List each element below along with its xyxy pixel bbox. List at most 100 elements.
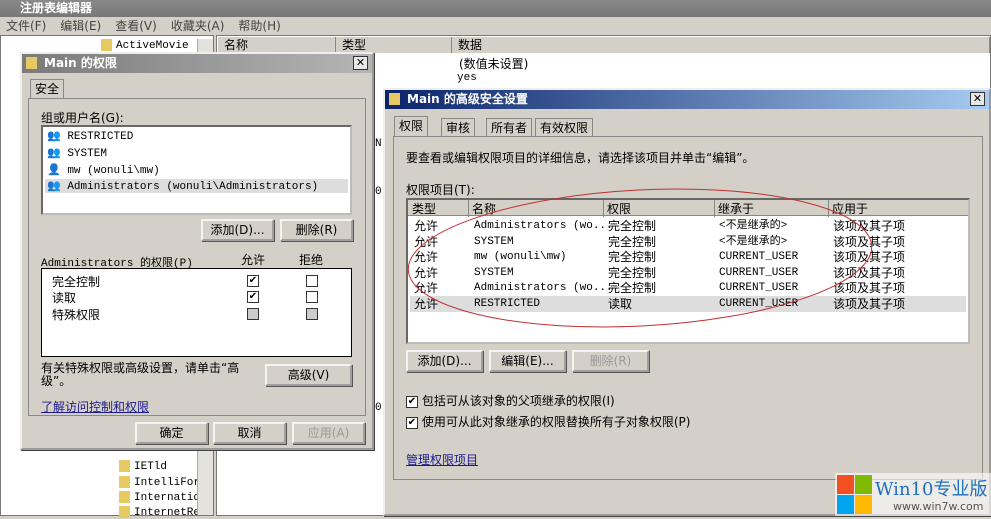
ok-button[interactable]: 确定: [135, 422, 208, 444]
value-fragment: 0: [375, 402, 382, 414]
table-row[interactable]: 允许 Administrators (wo... 完全控制 <不是继承的> 该项及其子项: [410, 218, 966, 234]
menu-edit[interactable]: 编辑(E): [60, 17, 101, 35]
cancel-button[interactable]: 取消: [213, 422, 286, 444]
table-cell: 该项及其子项: [833, 296, 906, 311]
apply-button[interactable]: 应用(A): [292, 422, 365, 444]
table-cell: 完全控制: [608, 219, 657, 233]
value-fragment: N: [375, 138, 382, 150]
table-cell: 完全控制: [608, 234, 657, 249]
table-cell: 允许: [414, 234, 439, 249]
column-data[interactable]: 数据: [452, 37, 990, 53]
tab-security[interactable]: 安全: [30, 79, 65, 98]
learn-access-control-link[interactable]: 了解访问控制和权限: [41, 398, 149, 415]
watermark-url: www.win7w.com: [893, 500, 984, 513]
users-listbox[interactable]: 👥 RESTRICTED 👥 SYSTEM 👤 mw (wonuli\mw) 👥…: [41, 125, 352, 215]
close-button[interactable]: ✕: [353, 56, 368, 70]
table-cell: CURRENT_USER: [719, 297, 799, 310]
menu-file[interactable]: 文件(F): [6, 17, 46, 35]
deny-checkbox[interactable]: [306, 291, 318, 303]
win10-logo-icon: [837, 475, 873, 515]
menu-view[interactable]: 查看(V): [115, 17, 157, 35]
watermark: Win10专业版 www.win7w.com: [835, 473, 991, 516]
list-item[interactable]: 👥 SYSTEM: [47, 146, 107, 160]
permission-entries-table[interactable]: 类型 名称 权限 继承于 应用于 允许 Administrators (wo...…: [406, 198, 970, 344]
entries-label: 权限项目(T):: [406, 183, 475, 197]
replace-checkbox-row[interactable]: ✔ 使用可从此对象继承的权限替换所有子对象权限(P): [406, 413, 690, 430]
list-item-selected[interactable]: 👥 Administrators (wonuli\Administrators): [45, 179, 348, 193]
allow-checkbox[interactable]: [247, 308, 259, 320]
advanced-button[interactable]: 高级(V): [265, 364, 352, 386]
tab-auditing[interactable]: 审核: [441, 118, 476, 137]
edit-entry-button[interactable]: 编辑(E)...: [489, 350, 566, 372]
add-button[interactable]: 添加(D)...: [201, 219, 274, 241]
table-cell: Administrators (wo...: [474, 282, 613, 294]
table-cell: 允许: [414, 296, 439, 311]
folder-icon: [119, 491, 130, 503]
table-cell: 完全控制: [608, 265, 657, 280]
allow-checkbox[interactable]: ✔: [247, 291, 259, 303]
tree-item[interactable]: ActiveMovie: [101, 39, 189, 52]
menu-favorites[interactable]: 收藏夹(A): [171, 17, 225, 35]
column-inherited-from[interactable]: 继承于: [714, 200, 754, 217]
table-cell: 完全控制: [608, 281, 657, 295]
tree-item[interactable]: IETld: [119, 460, 167, 473]
table-cell: Administrators (wo...: [474, 220, 613, 232]
table-row[interactable]: 允许 Administrators (wo... 完全控制 CURRENT_USER 该…: [410, 280, 966, 296]
remove-button[interactable]: 删除(R): [280, 219, 353, 241]
perm-name: 完全控制: [52, 275, 101, 289]
deny-header: 拒绝: [299, 253, 324, 267]
table-row[interactable]: 允许 SYSTEM 完全控制 <不是继承的> 该项及其子项: [410, 234, 966, 250]
remove-entry-button[interactable]: 删除(R): [572, 350, 649, 372]
column-permission[interactable]: 权限: [603, 200, 631, 217]
table-header: 类型 名称 权限 继承于 应用于: [408, 200, 968, 217]
permissions-title-bar: Main 的权限: [22, 54, 372, 73]
table-row[interactable]: 允许 RESTRICTED 读取 CURRENT_USER 该项及其子项: [410, 295, 966, 312]
permissions-panel: 要查看或编辑权限项目的详细信息，请选择该项目并单击“编辑”。 权限项目(T): …: [393, 136, 983, 480]
value-fragment: 0: [375, 186, 382, 198]
table-row[interactable]: 允许 mw (wonuli\mw) 完全控制 CURRENT_USER 该项及其子项: [410, 249, 966, 265]
tab-permissions[interactable]: 权限: [394, 116, 429, 136]
folder-icon: [26, 57, 37, 69]
folder-icon: [101, 39, 112, 51]
table-cell: SYSTEM: [474, 266, 514, 279]
add-entry-button[interactable]: 添加(D)...: [406, 350, 483, 372]
tab-effective-permissions[interactable]: 有效权限: [535, 118, 594, 137]
menu-help[interactable]: 帮助(H): [238, 17, 280, 35]
advanced-security-dialog: Main 的高级安全设置 ✕ 权限 审核 所有者 有效权限 要查看或编辑权限项目…: [383, 88, 991, 516]
advanced-title-bar: Main 的高级安全设置: [385, 90, 989, 109]
table-cell: CURRENT_USER: [719, 282, 799, 294]
table-cell: 允许: [414, 219, 439, 233]
inherit-checkbox[interactable]: ✔: [406, 395, 418, 408]
close-button[interactable]: ✕: [970, 92, 985, 106]
tree-item[interactable]: InternetRe: [119, 506, 200, 519]
tab-owner[interactable]: 所有者: [486, 118, 533, 137]
inherit-checkbox-row[interactable]: ✔ 包括可从该对象的父项继承的权限(I): [406, 392, 615, 409]
tree-item[interactable]: IntelliFor: [119, 476, 200, 489]
security-panel: 组或用户名(G): 👥 RESTRICTED 👥 SYSTEM 👤 mw (wo…: [28, 98, 366, 416]
perm-name: 特殊权限: [52, 308, 101, 322]
table-cell: 该项及其子项: [833, 250, 906, 264]
column-type[interactable]: 类型: [336, 37, 452, 53]
list-item[interactable]: 👤 mw (wonuli\mw): [47, 163, 160, 177]
deny-checkbox[interactable]: [306, 275, 318, 287]
tree-item[interactable]: Internatic: [119, 491, 200, 504]
deny-checkbox[interactable]: [306, 308, 318, 320]
table-cell: mw (wonuli\mw): [474, 251, 567, 263]
allow-checkbox[interactable]: ✔: [247, 275, 259, 287]
permissions-dialog: Main 的权限 ✕ 安全 组或用户名(G): 👥 RESTRICTED 👥 S…: [20, 52, 374, 450]
column-name[interactable]: 名称: [468, 200, 496, 217]
replace-checkbox[interactable]: ✔: [406, 416, 418, 429]
menu-bar: 文件(F) 编辑(E) 查看(V) 收藏夹(A) 帮助(H): [0, 17, 991, 35]
table-cell: 允许: [414, 250, 439, 264]
column-name[interactable]: 名称: [218, 37, 336, 53]
folder-icon: [389, 93, 400, 105]
table-cell: RESTRICTED: [474, 297, 541, 310]
column-type[interactable]: 类型: [412, 200, 436, 217]
value-data: yes: [457, 72, 477, 84]
table-cell: 读取: [608, 296, 633, 311]
list-item[interactable]: 👥 RESTRICTED: [47, 129, 133, 143]
column-applies-to[interactable]: 应用于: [828, 200, 868, 217]
manage-entries-link[interactable]: 管理权限项目: [406, 451, 478, 468]
permissions-grid: 完全控制 读取 特殊权限 ✔ ✔: [41, 268, 352, 357]
table-row[interactable]: 允许 SYSTEM 完全控制 CURRENT_USER 该项及其子项: [410, 265, 966, 281]
